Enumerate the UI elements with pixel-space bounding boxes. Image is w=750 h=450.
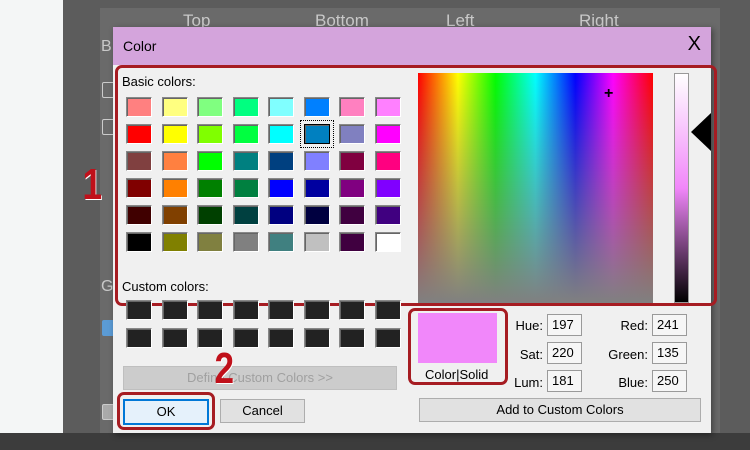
luminosity-arrow-icon[interactable] — [691, 113, 711, 151]
basic-color-swatch[interactable] — [232, 151, 259, 171]
basic-colors-label: Basic colors: — [122, 74, 196, 89]
custom-color-swatch[interactable] — [197, 300, 223, 320]
green-label: Green: — [608, 347, 648, 362]
custom-color-swatch[interactable] — [268, 300, 294, 320]
basic-color-swatch[interactable] — [374, 178, 401, 198]
basic-color-swatch[interactable] — [161, 205, 188, 225]
basic-color-swatch[interactable] — [303, 205, 330, 225]
define-custom-colors-button[interactable]: Define Custom Colors >> — [123, 366, 397, 390]
custom-color-swatch[interactable] — [126, 300, 152, 320]
basic-color-swatch[interactable] — [126, 97, 152, 117]
custom-color-swatch[interactable] — [339, 300, 365, 320]
cancel-button[interactable]: Cancel — [220, 399, 305, 423]
step-2-marker: 2 — [214, 344, 235, 393]
blue-label: Blue: — [618, 375, 648, 390]
custom-color-swatch[interactable] — [303, 328, 330, 348]
hue-label: Hue: — [515, 318, 543, 333]
custom-color-swatch[interactable] — [374, 300, 401, 320]
step-1-marker: 1 — [82, 160, 103, 209]
basic-color-swatch[interactable] — [299, 120, 334, 148]
custom-color-swatch[interactable] — [232, 300, 259, 320]
basic-color-swatch[interactable] — [268, 232, 294, 252]
lum-input[interactable]: 181 — [547, 370, 582, 392]
dialog-title: Color — [123, 38, 157, 54]
basic-color-swatch[interactable] — [374, 205, 401, 225]
basic-color-swatch[interactable] — [339, 97, 365, 117]
basic-color-swatch[interactable] — [197, 124, 223, 144]
basic-color-swatch[interactable] — [197, 232, 223, 252]
basic-color-swatch[interactable] — [374, 97, 401, 117]
left-strip — [0, 0, 63, 433]
basic-color-swatch[interactable] — [268, 178, 294, 198]
bottom-bar — [0, 433, 750, 450]
color-spectrum[interactable]: + — [418, 73, 653, 303]
custom-color-swatch[interactable] — [303, 300, 330, 320]
basic-color-swatch[interactable] — [268, 124, 294, 144]
lum-label: Lum: — [514, 375, 543, 390]
basic-color-swatch[interactable] — [232, 232, 259, 252]
basic-color-swatch[interactable] — [339, 151, 365, 171]
red-input[interactable]: 241 — [652, 314, 687, 336]
basic-color-swatch[interactable] — [339, 124, 365, 144]
close-icon[interactable]: X — [688, 33, 701, 56]
basic-color-swatch[interactable] — [232, 124, 259, 144]
custom-color-swatch[interactable] — [161, 300, 188, 320]
basic-color-swatch[interactable] — [126, 232, 152, 252]
ok-button[interactable]: OK — [123, 399, 209, 425]
basic-color-swatch[interactable] — [161, 124, 188, 144]
basic-color-swatch[interactable] — [126, 205, 152, 225]
basic-color-swatch[interactable] — [303, 151, 330, 171]
bg-letter-g: G — [101, 278, 114, 295]
bg-letter-b: B — [101, 38, 112, 55]
basic-color-swatch[interactable] — [232, 97, 259, 117]
basic-color-swatch[interactable] — [232, 205, 259, 225]
luminosity-slider[interactable] — [674, 73, 689, 303]
custom-color-swatch[interactable] — [126, 328, 152, 348]
add-to-custom-colors-button[interactable]: Add to Custom Colors — [419, 398, 701, 422]
basic-color-swatch[interactable] — [268, 151, 294, 171]
red-label: Red: — [620, 318, 648, 333]
basic-color-swatch[interactable] — [161, 178, 188, 198]
basic-color-swatch[interactable] — [197, 97, 223, 117]
sat-input[interactable]: 220 — [547, 342, 582, 364]
custom-colors-label: Custom colors: — [122, 279, 209, 294]
custom-color-swatch[interactable] — [232, 328, 259, 348]
title-bar[interactable]: Color X — [113, 27, 711, 65]
basic-color-swatch[interactable] — [126, 178, 152, 198]
sat-label: Sat: — [519, 347, 543, 362]
basic-color-swatch[interactable] — [339, 178, 365, 198]
basic-color-swatch[interactable] — [161, 97, 188, 117]
basic-color-swatch[interactable] — [197, 205, 223, 225]
basic-color-swatch[interactable] — [161, 232, 188, 252]
basic-color-swatch[interactable] — [268, 205, 294, 225]
basic-color-swatch[interactable] — [374, 124, 401, 144]
hue-input[interactable]: 197 — [547, 314, 582, 336]
custom-color-swatch[interactable] — [268, 328, 294, 348]
basic-color-swatch[interactable] — [374, 232, 401, 252]
color-preview — [418, 313, 497, 363]
basic-color-swatch[interactable] — [303, 97, 330, 117]
basic-color-swatch[interactable] — [197, 178, 223, 198]
basic-color-swatch[interactable] — [374, 151, 401, 171]
basic-color-swatch[interactable] — [268, 97, 294, 117]
basic-color-swatch[interactable] — [232, 178, 259, 198]
basic-color-swatch[interactable] — [161, 151, 188, 171]
basic-color-swatch[interactable] — [197, 151, 223, 171]
custom-color-swatch[interactable] — [161, 328, 188, 348]
crosshair-icon: + — [604, 85, 614, 102]
green-input[interactable]: 135 — [652, 342, 687, 364]
color-dialog: Color X Basic colors: Custom colors: + D… — [113, 27, 717, 433]
basic-color-swatch[interactable] — [126, 151, 152, 171]
basic-color-swatch[interactable] — [303, 178, 330, 198]
custom-color-swatch[interactable] — [374, 328, 401, 348]
color-solid-label: Color|Solid — [425, 367, 489, 382]
basic-color-swatch[interactable] — [339, 232, 365, 252]
blue-input[interactable]: 250 — [652, 370, 687, 392]
custom-color-swatch[interactable] — [339, 328, 365, 348]
basic-color-swatch[interactable] — [126, 124, 152, 144]
basic-color-swatch[interactable] — [303, 232, 330, 252]
basic-color-swatch[interactable] — [339, 205, 365, 225]
